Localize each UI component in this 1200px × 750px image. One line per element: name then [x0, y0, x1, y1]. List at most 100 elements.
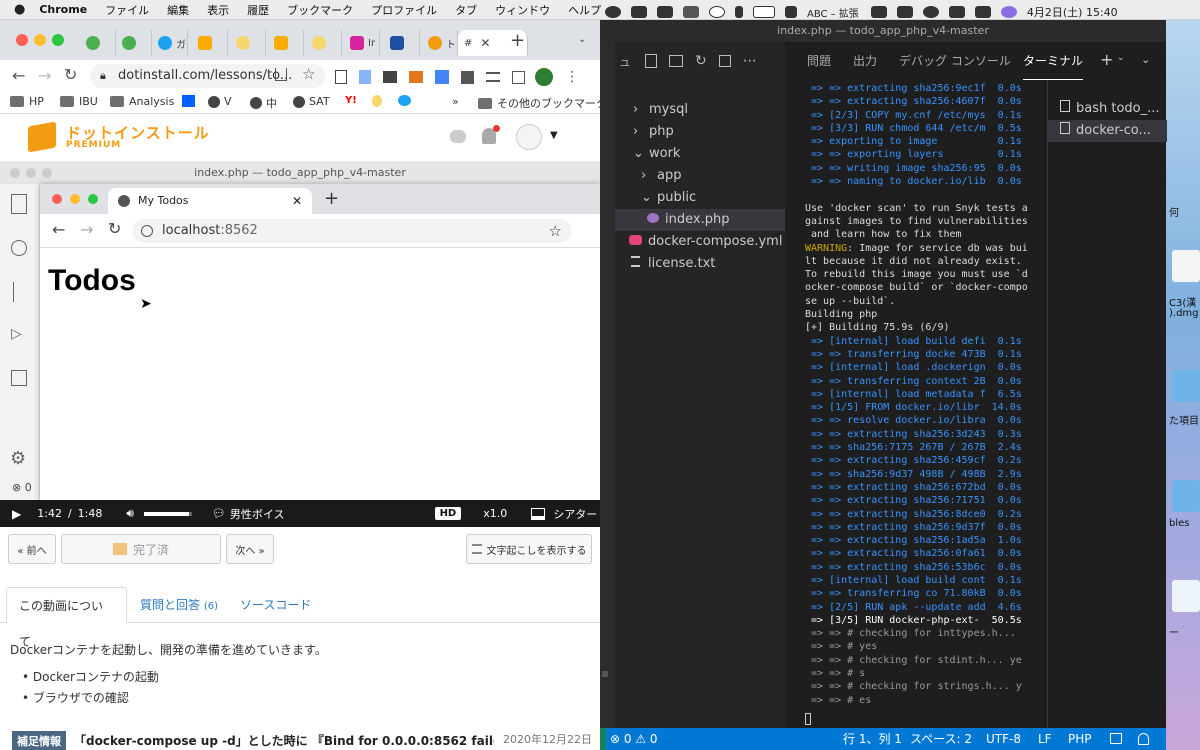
menubar-clock[interactable]: 4月2日(土) 15:40	[1027, 4, 1118, 20]
tree-folder-php[interactable]: › php	[615, 121, 785, 143]
tab-debug-console[interactable]: デバッグ コンソール	[899, 42, 1011, 80]
bookmark-ext-icon[interactable]	[335, 70, 347, 84]
more-actions-icon[interactable]: ⋯	[743, 53, 757, 69]
input-source-icon[interactable]	[785, 6, 797, 18]
bookmark-zhong[interactable]: 中	[250, 95, 277, 111]
voice-icon[interactable]: 💬︎	[212, 507, 226, 520]
docs-ext-icon[interactable]	[359, 70, 371, 84]
refresh-icon[interactable]: ↻	[695, 53, 707, 69]
new-terminal-icon[interactable]: +	[1100, 50, 1113, 69]
bookmark-dropbox[interactable]	[182, 95, 195, 107]
menu-tab[interactable]: タブ	[455, 2, 477, 18]
user-avatar[interactable]	[516, 124, 542, 150]
user-menu-caret-icon[interactable]: ▼	[550, 130, 558, 141]
terminal-dropdown-icon[interactable]: ⌄	[1117, 53, 1125, 63]
volume-slider[interactable]	[143, 511, 192, 516]
tree-folder-public[interactable]: ⌄ public	[615, 187, 785, 209]
back-icon[interactable]: ←	[12, 66, 25, 85]
browser-tab[interactable]	[192, 30, 228, 56]
bookmark-star-icon[interactable]: ☆	[302, 65, 315, 83]
terminal-item-docker[interactable]: docker-co...	[1048, 120, 1167, 142]
profile-avatar[interactable]	[535, 68, 553, 86]
bookmark-twitter[interactable]	[398, 95, 411, 106]
problems-indicator[interactable]: ⊗ 0 ⚠ 0	[610, 728, 658, 750]
transcript-button[interactable]: 文字起こしを表示する	[466, 534, 592, 564]
tree-file-index-php[interactable]: index.php	[615, 209, 785, 231]
theater-label[interactable]: シアター	[553, 506, 597, 522]
screen-mirror-icon[interactable]	[870, 6, 887, 18]
cursor-position[interactable]: 行 1、列 1	[843, 728, 902, 750]
paw-icon[interactable]	[657, 6, 673, 18]
menu-profile[interactable]: プロファイル	[371, 2, 437, 18]
dotinstall-logo-icon[interactable]	[28, 121, 56, 153]
chat-icon[interactable]	[450, 130, 466, 143]
tab-source[interactable]: ソースコード	[228, 587, 323, 623]
voice-label[interactable]: 男性ボイス	[230, 506, 285, 522]
encoding[interactable]: UTF-8	[986, 728, 1021, 750]
bookmark-ibu[interactable]: IBU	[60, 95, 98, 108]
collapse-all-icon[interactable]	[718, 55, 731, 67]
wifi-icon[interactable]	[896, 6, 913, 18]
forward-icon[interactable]: →	[38, 66, 51, 85]
collapse-panel-icon[interactable]: ⌄	[1141, 53, 1150, 66]
new-tab-button[interactable]: +	[510, 30, 525, 51]
desktop-folder-icon[interactable]	[1172, 370, 1200, 402]
calendar-grid-icon[interactable]	[948, 6, 965, 18]
bookmark-other[interactable]: その他のブックマーク	[478, 95, 600, 111]
tree-folder-mysql[interactable]: › mysql	[615, 99, 785, 121]
zoom-window-button[interactable]	[52, 34, 64, 46]
menu-view[interactable]: 表示	[207, 2, 229, 18]
terminal-output[interactable]: => => extracting sha256:9ec1f 0.0s => =>…	[805, 82, 1045, 728]
play-icon[interactable]	[709, 6, 725, 18]
browser-tab[interactable]	[116, 30, 152, 56]
tab-about[interactable]: この動画について	[6, 587, 127, 649]
metamask-ext-icon[interactable]	[409, 71, 423, 83]
minimize-window-button[interactable]	[34, 34, 46, 46]
menu-history[interactable]: 履歴	[247, 2, 269, 18]
feedback-icon[interactable]	[1110, 733, 1122, 744]
tree-file-license[interactable]: license.txt	[615, 253, 785, 275]
reading-list-icon[interactable]	[486, 72, 500, 82]
bookmark-analysis[interactable]: Analysis	[110, 95, 174, 108]
control-center-icon[interactable]	[974, 6, 991, 18]
gmail-ext-icon[interactable]	[383, 71, 397, 83]
search-tool-icon[interactable]	[631, 6, 647, 18]
browser-tab[interactable]	[230, 30, 266, 56]
bookmark-v[interactable]: V	[208, 95, 232, 108]
tab-search-icon[interactable]: ⌄	[578, 34, 586, 45]
tab-terminal[interactable]: ターミナル	[1023, 42, 1084, 80]
browser-tab[interactable]: ト	[422, 30, 458, 56]
side-panel-icon[interactable]	[512, 70, 525, 84]
line-ending[interactable]: LF	[1038, 728, 1052, 750]
browser-tab[interactable]	[268, 30, 304, 56]
bluetooth-icon[interactable]	[735, 6, 743, 18]
video-player[interactable]: index.php — todo_app_php_v4-master ▷ ⚙ ⊗…	[0, 162, 600, 527]
apple-icon[interactable]: ●	[14, 2, 25, 17]
share-icon[interactable]	[275, 68, 287, 81]
desktop-file-icon[interactable]	[1172, 580, 1200, 612]
prev-lesson-button[interactable]: « 前へ	[8, 534, 56, 564]
close-window-button[interactable]	[16, 34, 28, 46]
extensions-icon[interactable]	[461, 70, 474, 84]
bookmarks-overflow[interactable]: »	[452, 95, 459, 108]
hd-badge[interactable]: HD	[434, 507, 462, 520]
desktop-folder-icon[interactable]	[1172, 480, 1200, 512]
playback-speed[interactable]: x1.0	[483, 507, 507, 520]
creative-cloud-icon[interactable]	[605, 6, 621, 18]
complete-button[interactable]: 完了済	[61, 534, 221, 564]
indentation[interactable]: スペース: 2	[910, 728, 972, 750]
notifications-bell-icon[interactable]	[1138, 733, 1149, 745]
menu-window[interactable]: ウィンドウ	[495, 2, 550, 18]
menu-bookmarks[interactable]: ブックマーク	[287, 2, 353, 18]
new-folder-icon[interactable]	[669, 55, 684, 67]
menu-app-name[interactable]: Chrome	[39, 3, 87, 16]
menu-file[interactable]: ファイル	[105, 2, 149, 18]
tree-folder-work[interactable]: ⌄ work	[615, 143, 785, 165]
browser-tab[interactable]: ガ	[152, 30, 188, 56]
input-source-label[interactable]: ABC – 拡張	[807, 5, 859, 20]
menu-edit[interactable]: 編集	[167, 2, 189, 18]
tree-folder-app[interactable]: › app	[615, 165, 785, 187]
more-menu-icon[interactable]: ⋮	[565, 69, 579, 85]
menu-help[interactable]: ヘルプ	[568, 2, 601, 18]
bookmark-hp[interactable]: HP	[10, 95, 44, 108]
